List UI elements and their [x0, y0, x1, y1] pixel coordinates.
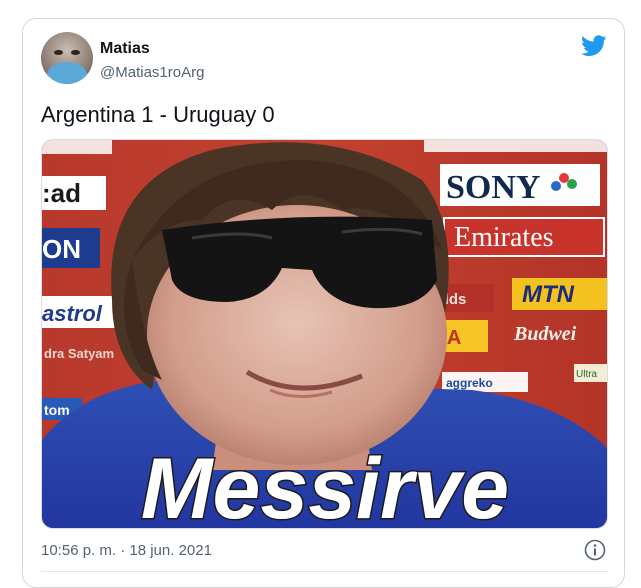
- svg-text:ON: ON: [42, 234, 81, 264]
- svg-text:Emirates: Emirates: [454, 222, 554, 253]
- svg-text:tom: tom: [44, 402, 70, 418]
- author-name[interactable]: Matias: [100, 40, 150, 58]
- divider: [41, 571, 608, 572]
- tweet-media-image[interactable]: :ad ON astrol dra Satyam tom SONY Emirat…: [41, 139, 608, 529]
- avatar-eye: [71, 50, 80, 55]
- svg-text:Budwei: Budwei: [513, 323, 577, 345]
- avatar-eye: [54, 50, 63, 55]
- tweet-text: Argentina 1 - Uruguay 0: [41, 102, 275, 127]
- svg-text:dra Satyam: dra Satyam: [44, 346, 114, 361]
- avatar[interactable]: [41, 32, 93, 84]
- svg-text:astrol: astrol: [42, 301, 103, 326]
- svg-text:aggreko: aggreko: [446, 376, 493, 390]
- twitter-bird-icon[interactable]: [581, 35, 607, 57]
- svg-text:MTN: MTN: [522, 281, 575, 308]
- author-handle[interactable]: @Matias1roArg: [100, 64, 204, 81]
- svg-text:Ultra: Ultra: [576, 369, 598, 380]
- tweet-timestamp[interactable]: 10:56 p. m. · 18 jun. 2021: [41, 542, 212, 559]
- meme-caption: Messirve: [141, 441, 509, 529]
- svg-text::ad: :ad: [42, 178, 81, 208]
- avatar-mask: [47, 62, 87, 84]
- messirve-meme-image: :ad ON astrol dra Satyam tom SONY Emirat…: [42, 140, 607, 529]
- svg-text:SONY: SONY: [446, 169, 540, 206]
- tweet-card[interactable]: Matias @Matias1roArg Argentina 1 - Urugu…: [22, 18, 625, 588]
- info-icon[interactable]: [584, 539, 606, 561]
